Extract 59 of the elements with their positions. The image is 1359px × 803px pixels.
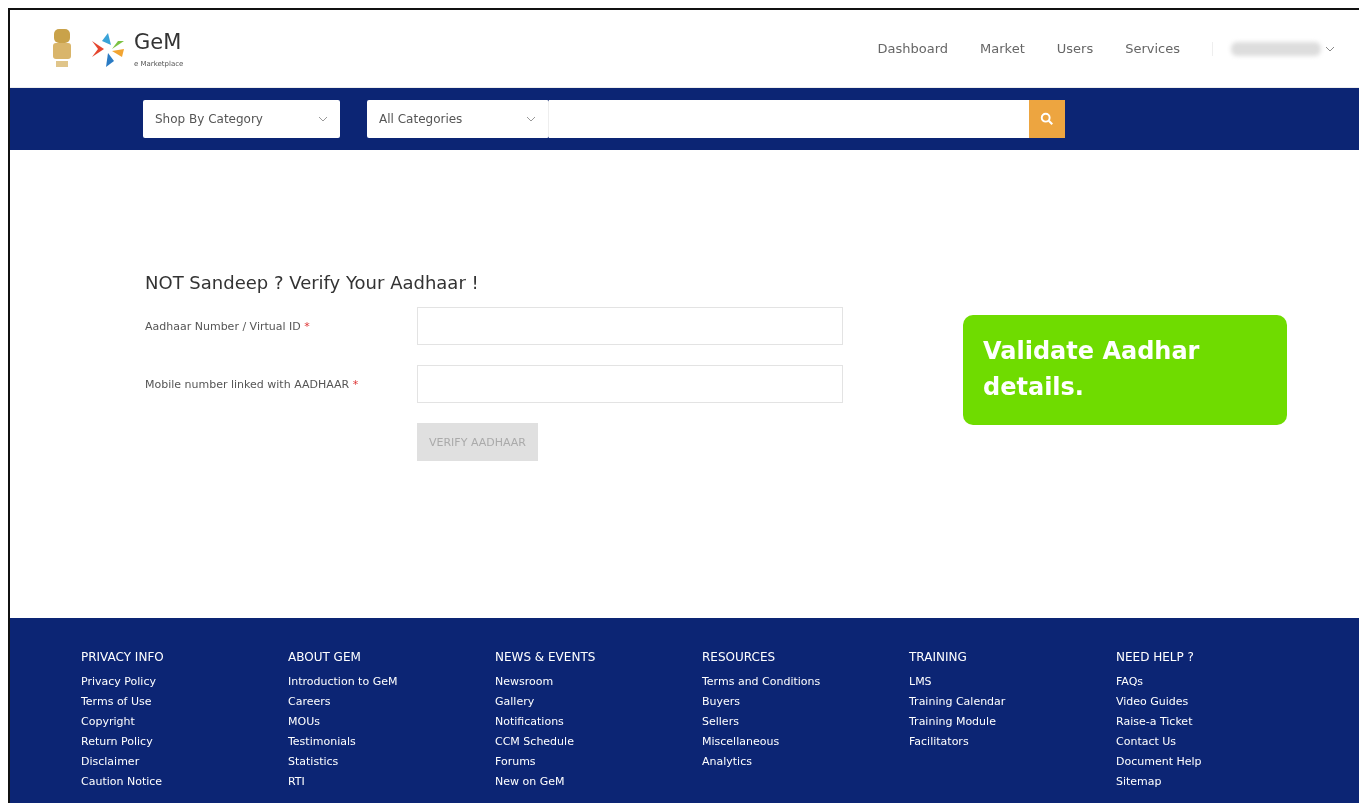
footer-link[interactable]: Testimonials — [288, 732, 495, 752]
footer-link[interactable]: Document Help — [1116, 752, 1323, 772]
footer-link[interactable]: Miscellaneous — [702, 732, 909, 752]
footer-link[interactable]: LMS — [909, 672, 1116, 692]
footer-link[interactable]: Buyers — [702, 692, 909, 712]
caret-icon — [526, 116, 536, 122]
footer-link[interactable]: Disclaimer — [81, 752, 288, 772]
footer-link[interactable]: Gallery — [495, 692, 702, 712]
footer-link[interactable]: New on GeM — [495, 772, 702, 792]
nav-link[interactable]: Users — [1056, 41, 1094, 56]
footer-link[interactable]: RTI — [288, 772, 495, 792]
footer-link[interactable]: CCM Schedule — [495, 732, 702, 752]
footer-link[interactable]: Privacy Policy — [81, 672, 288, 692]
footer-link[interactable]: Forums — [495, 752, 702, 772]
field-label: Aadhaar Number / Virtual ID * — [145, 319, 311, 333]
caret-icon — [318, 116, 328, 122]
category-select[interactable]: Shop By Category — [143, 100, 340, 138]
search-icon — [1040, 112, 1054, 126]
footer-heading: ABOUT GEM — [288, 650, 362, 664]
footer-link[interactable]: FAQs — [1116, 672, 1323, 692]
nav-link[interactable]: Dashboard — [877, 41, 949, 56]
footer-link[interactable]: Notifications — [495, 712, 702, 732]
brand-name: GeM — [134, 29, 183, 54]
footer-heading: NEWS & EVENTS — [495, 650, 597, 664]
footer-link[interactable]: Terms and Conditions — [702, 672, 909, 692]
footer-link[interactable]: Careers — [288, 692, 495, 712]
footer-link[interactable]: Caution Notice — [81, 772, 288, 792]
footer-heading: PRIVACY INFO — [81, 650, 165, 664]
footer-heading: NEED HELP ? — [1116, 650, 1195, 664]
footer-link[interactable]: Statistics — [288, 752, 495, 772]
callout-note: Validate Aadhar details. — [963, 315, 1287, 425]
footer-link[interactable]: Video Guides — [1116, 692, 1323, 712]
footer-link[interactable]: Sellers — [702, 712, 909, 732]
nav-link[interactable]: Market — [980, 41, 1025, 56]
search-button[interactable] — [1029, 100, 1065, 138]
footer-link[interactable]: Training Calendar — [909, 692, 1116, 712]
scope-select[interactable]: All Categories — [367, 100, 549, 138]
footer-link[interactable]: Terms of Use — [81, 692, 288, 712]
footer-heading: TRAINING — [909, 650, 968, 664]
footer-heading: RESOURCES — [702, 650, 777, 664]
footer-link[interactable]: Return Policy — [81, 732, 288, 752]
footer-link[interactable]: Training Module — [909, 712, 1116, 732]
footer-link[interactable]: Facilitators — [909, 732, 1116, 752]
user-menu[interactable] — [1212, 41, 1335, 56]
search-field[interactable] — [549, 100, 1029, 138]
footer-link[interactable]: Newsroom — [495, 672, 702, 692]
nav-link[interactable]: Services — [1125, 41, 1180, 56]
footer-link[interactable]: Sitemap — [1116, 772, 1323, 792]
field-label: Mobile number linked with AADHAAR * — [145, 377, 360, 391]
input-field[interactable] — [417, 307, 843, 345]
footer-link[interactable]: Raise-a Ticket — [1116, 712, 1323, 732]
footer-link[interactable]: MOUs — [288, 712, 495, 732]
form-title: NOT Sandeep ? Verify Your Aadhaar ! — [145, 272, 480, 293]
footer-link[interactable]: Analytics — [702, 752, 909, 772]
footer-link[interactable]: Introduction to GeM — [288, 672, 495, 692]
footer-link[interactable]: Contact Us — [1116, 732, 1323, 752]
caret-icon — [1325, 45, 1335, 52]
input-field[interactable] — [417, 365, 843, 403]
footer-link[interactable]: Copyright — [81, 712, 288, 732]
